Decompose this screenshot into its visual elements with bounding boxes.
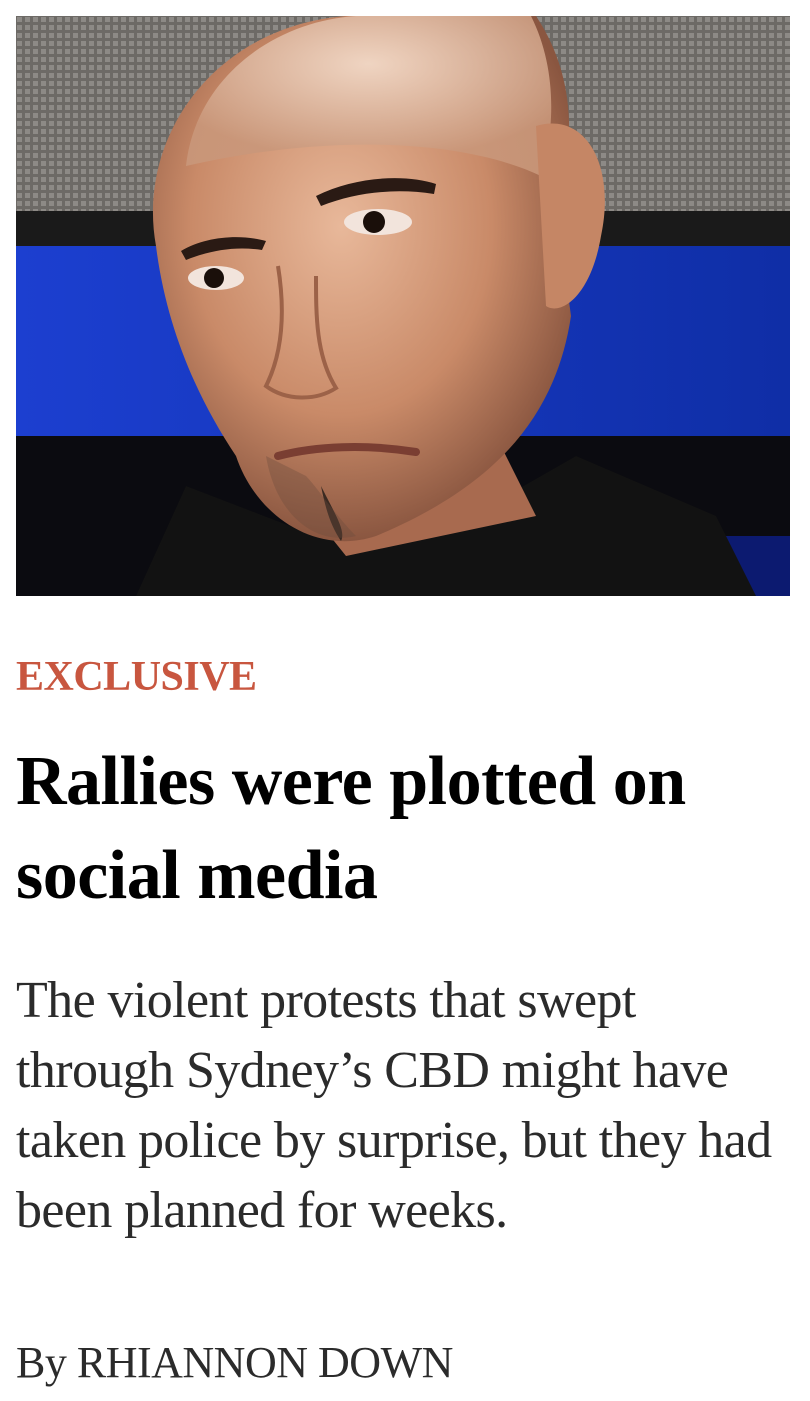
article-hero-image[interactable] bbox=[16, 16, 790, 596]
byline-prefix: By bbox=[16, 1338, 67, 1387]
exclusive-kicker: EXCLUSIVE bbox=[16, 654, 257, 700]
article-standfirst: The violent protests that swept through … bbox=[16, 972, 772, 1239]
portrait-illustration bbox=[16, 16, 790, 596]
article-headline[interactable]: Rallies were plotted on social media bbox=[16, 735, 796, 923]
article-card[interactable]: EXCLUSIVE Rallies were plotted on social… bbox=[0, 0, 810, 1401]
byline: By RHIANNON DOWN bbox=[16, 1335, 453, 1391]
byline-author[interactable]: RHIANNON DOWN bbox=[77, 1338, 454, 1387]
